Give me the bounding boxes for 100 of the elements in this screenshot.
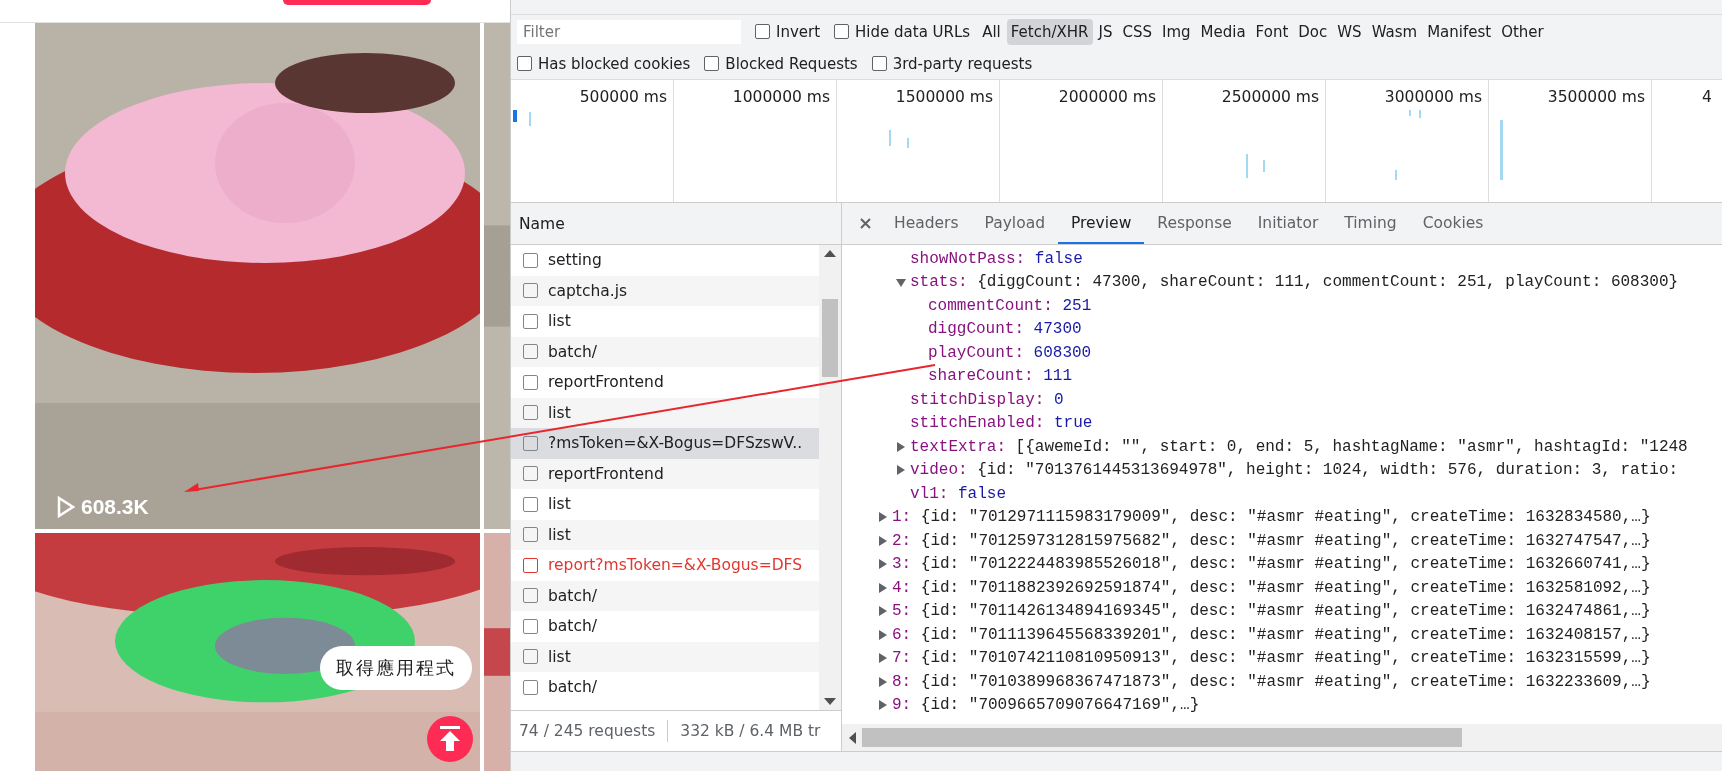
close-icon[interactable]: [860, 218, 871, 229]
checkbox[interactable]: [523, 496, 538, 512]
timeline-tick-label: 3500000 ms: [1547, 88, 1645, 106]
checkbox-label: Hide data URLs: [855, 22, 971, 41]
type-filter-button[interactable]: CSS: [1118, 18, 1156, 45]
timeline-tick-label: 2500000 ms: [1221, 88, 1319, 106]
checkbox[interactable]: [523, 527, 538, 543]
detail-tab[interactable]: Payload: [971, 203, 1058, 244]
json-property: diggCount: 47300: [928, 320, 1082, 339]
type-filter-button[interactable]: Other: [1497, 18, 1548, 45]
checkbox[interactable]: [523, 313, 538, 329]
json-property: vl1: false: [910, 484, 1006, 503]
scroll-up-icon[interactable]: [824, 249, 836, 257]
checkbox[interactable]: [523, 252, 538, 268]
request-row[interactable]: captcha.js: [511, 275, 819, 306]
checkbox[interactable]: [523, 374, 538, 390]
scrollbar[interactable]: [842, 724, 1722, 751]
json-property: shareCount: 111: [928, 367, 1073, 386]
video-thumbnail[interactable]: 取得應用程式: [35, 533, 480, 771]
checkbox[interactable]: [517, 56, 532, 71]
json-property: 2: {id: "7012597312815975682", desc: "#asmr #eating", createTime: 1632747547,…}: [892, 531, 1651, 550]
request-name: reportFrontend: [548, 464, 664, 483]
json-property: 7: {id: "7010742110810950913", desc: "#asmr #eating", createTime: 1632315599,…}: [892, 649, 1651, 668]
collapsed-arrow-icon[interactable]: [878, 512, 887, 523]
request-row[interactable]: batch/: [511, 580, 819, 611]
collapsed-arrow-icon[interactable]: [878, 700, 887, 711]
collapsed-arrow-icon[interactable]: [878, 676, 887, 687]
request-row[interactable]: reportFrontend: [511, 458, 819, 489]
request-name: captcha.js: [548, 281, 628, 300]
checkbox[interactable]: [523, 466, 538, 482]
type-filter-button[interactable]: Fetch/XHR: [1006, 18, 1093, 45]
request-name: batch/: [548, 678, 597, 697]
scrollbar-thumb[interactable]: [822, 298, 838, 377]
filter-field[interactable]: Filter: [517, 19, 741, 44]
json-property: 6: {id: "7011139645568339201", desc: "#asmr #eating", createTime: 1632408157,…}: [892, 625, 1651, 644]
type-filter-button[interactable]: Font: [1251, 18, 1293, 45]
checkbox[interactable]: [523, 618, 538, 634]
detail-tab[interactable]: Timing: [1331, 203, 1410, 244]
request-row[interactable]: list: [511, 397, 819, 428]
checkbox[interactable]: [523, 679, 538, 695]
type-filter-button[interactable]: Manifest: [1423, 18, 1496, 45]
json-property: 4: {id: "7011882392692591874", desc: "#asmr #eating", createTime: 1632581092,…}: [892, 578, 1651, 597]
timeline-tick-label: 3000000 ms: [1384, 88, 1482, 106]
collapsed-arrow-icon[interactable]: [878, 582, 887, 593]
type-filter-button[interactable]: Img: [1158, 18, 1195, 45]
json-property: textExtra: [{awemeId: "", start: 0, end: 5, hashtagName: "asmr", hashtagId: "1248: [910, 437, 1688, 456]
type-filter-button[interactable]: All: [978, 18, 1005, 45]
request-name: list: [548, 495, 571, 514]
request-row[interactable]: list: [511, 641, 819, 672]
checkbox[interactable]: [523, 649, 538, 665]
checkbox[interactable]: [523, 557, 538, 573]
request-row[interactable]: list: [511, 519, 819, 550]
collapsed-arrow-icon[interactable]: [896, 465, 905, 476]
type-filter-button[interactable]: JS: [1094, 18, 1117, 45]
checkbox[interactable]: [704, 56, 720, 71]
timeline-tick-label: 1000000 ms: [732, 88, 830, 106]
detail-tab[interactable]: Response: [1144, 203, 1245, 244]
json-property: stats: {diggCount: 47300, shareCount: 111, commentCount: 251, playCount: 608300}: [910, 273, 1679, 292]
scroll-left-icon[interactable]: [848, 731, 856, 744]
collapsed-arrow-icon[interactable]: [878, 629, 887, 640]
expanded-arrow-icon[interactable]: [896, 277, 906, 287]
json-property: 5: {id: "7011426134894169345", desc: "#asmr #eating", createTime: 1632474861,…}: [892, 602, 1651, 621]
detail-tab[interactable]: Headers: [881, 203, 972, 244]
request-name: report?msToken=&X-Bogus=DFS: [548, 556, 803, 575]
checkbox[interactable]: [523, 405, 538, 421]
timeline-tick-label: 500000 ms: [579, 88, 667, 106]
collapsed-arrow-icon[interactable]: [878, 559, 887, 570]
scrollbar[interactable]: [819, 245, 841, 710]
collapsed-arrow-icon[interactable]: [896, 441, 905, 452]
type-filter-button[interactable]: Wasm: [1367, 18, 1422, 45]
scroll-down-icon[interactable]: [824, 698, 836, 706]
detail-tab[interactable]: Preview: [1057, 203, 1145, 244]
request-name: reportFrontend: [548, 373, 664, 392]
request-row[interactable]: batch/: [511, 336, 819, 367]
collapsed-arrow-icon[interactable]: [878, 606, 887, 617]
checkbox-label: Blocked Requests: [725, 54, 858, 73]
request-name: setting: [548, 251, 602, 270]
checkbox[interactable]: [834, 24, 850, 39]
column-header[interactable]: Name: [519, 214, 565, 233]
checkbox[interactable]: [523, 588, 538, 604]
checkbox[interactable]: [523, 435, 538, 451]
request-name: ?msToken=&X-Bogus=DFSzswV..: [548, 434, 803, 453]
json-property: showNotPass: false: [910, 249, 1083, 268]
type-filter-button[interactable]: Media: [1196, 18, 1250, 45]
detail-tab[interactable]: Initiator: [1244, 203, 1332, 244]
detail-tab[interactable]: Cookies: [1409, 203, 1497, 244]
request-name: batch/: [548, 342, 597, 361]
type-filter-button[interactable]: Doc: [1294, 18, 1332, 45]
scrollbar-thumb[interactable]: [862, 728, 1462, 747]
collapsed-arrow-icon[interactable]: [878, 535, 887, 546]
json-property: 9: {id: "7009665709076647169",…}: [892, 696, 1200, 715]
checkbox[interactable]: [871, 56, 887, 71]
type-filter-button[interactable]: WS: [1333, 18, 1366, 45]
request-row[interactable]: ?msToken=&X-Bogus=DFSzswV..: [511, 428, 819, 459]
collapsed-arrow-icon[interactable]: [878, 653, 887, 664]
checkbox[interactable]: [523, 344, 538, 360]
get-app-button[interactable]: 取得應用程式: [320, 646, 472, 690]
checkbox[interactable]: [755, 24, 770, 39]
checkbox[interactable]: [523, 283, 538, 299]
timeline-tick-label: 4: [1702, 88, 1712, 106]
